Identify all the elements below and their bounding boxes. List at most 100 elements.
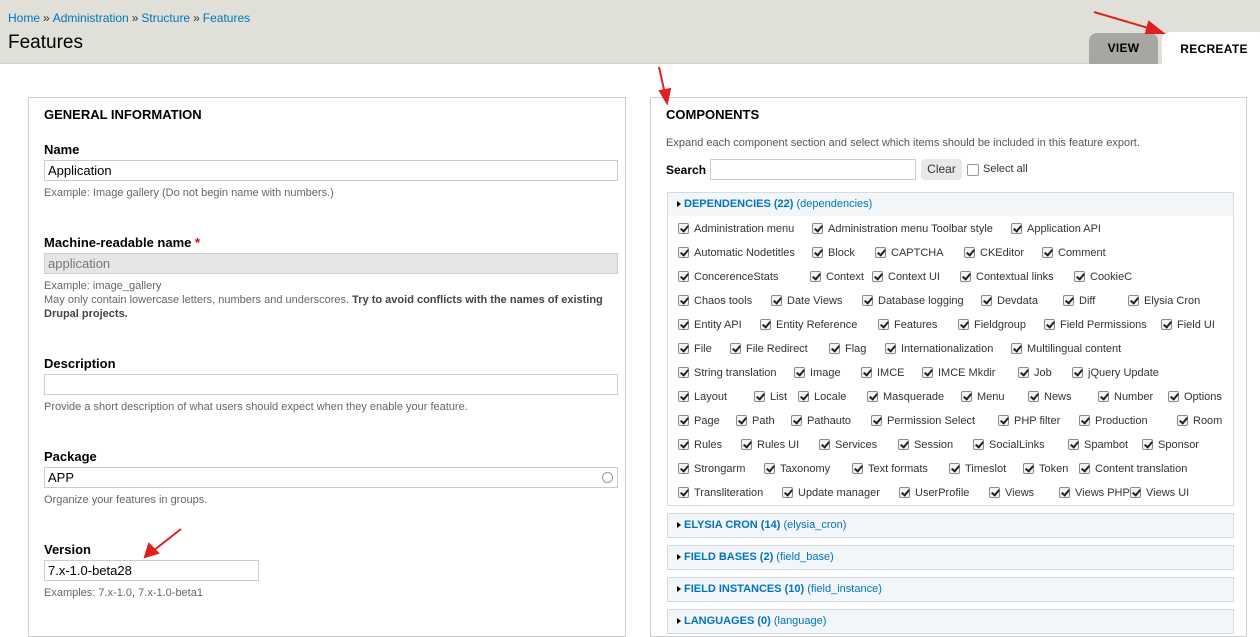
dependency-checkbox[interactable]: List [754, 389, 787, 403]
checked-checkbox-icon[interactable] [1079, 463, 1090, 474]
dependency-checkbox[interactable]: Rules [678, 437, 722, 451]
checked-checkbox-icon[interactable] [1023, 463, 1034, 474]
dependency-checkbox[interactable]: Views PHP [1059, 485, 1130, 499]
dependency-checkbox[interactable]: jQuery Update [1072, 365, 1159, 379]
checked-checkbox-icon[interactable] [878, 319, 889, 330]
dependency-checkbox[interactable]: Transliteration [678, 485, 763, 499]
dependency-checkbox[interactable]: Timeslot [949, 461, 1006, 475]
dependency-checkbox[interactable]: Chaos tools [678, 293, 752, 307]
checked-checkbox-icon[interactable] [819, 439, 830, 450]
dependency-checkbox[interactable]: Context UI [872, 269, 940, 283]
checked-checkbox-icon[interactable] [678, 415, 689, 426]
dependency-checkbox[interactable]: Flag [829, 341, 866, 355]
dependency-checkbox[interactable]: Page [678, 413, 720, 427]
dependency-checkbox[interactable]: File [678, 341, 712, 355]
dependency-checkbox[interactable]: Spambot [1068, 437, 1128, 451]
checked-checkbox-icon[interactable] [829, 343, 840, 354]
checked-checkbox-icon[interactable] [678, 487, 689, 498]
checked-checkbox-icon[interactable] [678, 463, 689, 474]
tab-view[interactable]: VIEW [1089, 33, 1158, 64]
dependency-checkbox[interactable]: News [1028, 389, 1072, 403]
dependency-checkbox[interactable]: Token [1023, 461, 1068, 475]
dependency-checkbox[interactable]: CKEditor [964, 245, 1024, 259]
checked-checkbox-icon[interactable] [1028, 391, 1039, 402]
breadcrumb-home[interactable]: Home [8, 11, 40, 25]
checked-checkbox-icon[interactable] [798, 391, 809, 402]
breadcrumb-features[interactable]: Features [203, 11, 250, 25]
dependency-checkbox[interactable]: Context [810, 269, 864, 283]
dependency-checkbox[interactable]: Session [898, 437, 953, 451]
checked-checkbox-icon[interactable] [771, 295, 782, 306]
search-input[interactable] [710, 159, 916, 180]
checked-checkbox-icon[interactable] [1059, 487, 1070, 498]
checked-checkbox-icon[interactable] [812, 247, 823, 258]
checked-checkbox-icon[interactable] [1079, 415, 1090, 426]
dependency-checkbox[interactable]: Administration menu [678, 221, 794, 235]
checked-checkbox-icon[interactable] [1161, 319, 1172, 330]
dependency-checkbox[interactable]: Update manager [782, 485, 880, 499]
dependency-checkbox[interactable]: ConcerenceStats [678, 269, 778, 283]
tab-recreate[interactable]: RECREATE [1162, 32, 1260, 65]
checked-checkbox-icon[interactable] [1018, 367, 1029, 378]
checked-checkbox-icon[interactable] [794, 367, 805, 378]
dependency-checkbox[interactable]: Administration menu Toolbar style [812, 221, 993, 235]
dependency-checkbox[interactable]: Strongarm [678, 461, 745, 475]
description-input[interactable] [44, 374, 618, 395]
checked-checkbox-icon[interactable] [872, 271, 883, 282]
checked-checkbox-icon[interactable] [736, 415, 747, 426]
dependency-checkbox[interactable]: Image [794, 365, 841, 379]
select-all-checkbox[interactable] [967, 164, 979, 176]
checked-checkbox-icon[interactable] [754, 391, 765, 402]
checked-checkbox-icon[interactable] [730, 343, 741, 354]
dependency-checkbox[interactable]: Date Views [771, 293, 842, 307]
checked-checkbox-icon[interactable] [871, 415, 882, 426]
breadcrumb-administration[interactable]: Administration [53, 11, 129, 25]
breadcrumb-structure[interactable]: Structure [141, 11, 190, 25]
dependency-checkbox[interactable]: Internationalization [885, 341, 993, 355]
section-elysia-cron-header[interactable]: ELYSIA CRON (14) (elysia_cron) [668, 514, 1233, 537]
dependency-checkbox[interactable]: Field UI [1161, 317, 1215, 331]
version-input[interactable]: 7.x-1.0-beta28 [44, 560, 259, 581]
checked-checkbox-icon[interactable] [678, 295, 689, 306]
checked-checkbox-icon[interactable] [898, 439, 909, 450]
dependency-checkbox[interactable]: Rules UI [741, 437, 799, 451]
dependency-checkbox[interactable]: Fieldgroup [958, 317, 1026, 331]
dependency-checkbox[interactable]: Diff [1063, 293, 1095, 307]
dependency-checkbox[interactable]: Entity Reference [760, 317, 857, 331]
checked-checkbox-icon[interactable] [1011, 223, 1022, 234]
checked-checkbox-icon[interactable] [678, 367, 689, 378]
section-dependencies-header[interactable]: DEPENDENCIES (22) (dependencies) [668, 193, 1233, 216]
dependency-checkbox[interactable]: Number [1098, 389, 1153, 403]
dependency-checkbox[interactable]: Job [1018, 365, 1052, 379]
dependency-checkbox[interactable]: CAPTCHA [875, 245, 944, 259]
name-input[interactable]: Application [44, 160, 618, 181]
checked-checkbox-icon[interactable] [852, 463, 863, 474]
checked-checkbox-icon[interactable] [1011, 343, 1022, 354]
dependency-checkbox[interactable]: Services [819, 437, 877, 451]
dependency-checkbox[interactable]: Multilingual content [1011, 341, 1121, 355]
checked-checkbox-icon[interactable] [678, 223, 689, 234]
section-field-bases-header[interactable]: FIELD BASES (2) (field_base) [668, 546, 1233, 569]
checked-checkbox-icon[interactable] [678, 391, 689, 402]
dependency-checkbox[interactable]: Text formats [852, 461, 928, 475]
dependency-checkbox[interactable]: Views [989, 485, 1034, 499]
dependency-checkbox[interactable]: IMCE Mkdir [922, 365, 995, 379]
dependency-checkbox[interactable]: File Redirect [730, 341, 808, 355]
dependency-checkbox[interactable]: Production [1079, 413, 1148, 427]
checked-checkbox-icon[interactable] [760, 319, 771, 330]
checked-checkbox-icon[interactable] [678, 247, 689, 258]
checked-checkbox-icon[interactable] [1142, 439, 1153, 450]
checked-checkbox-icon[interactable] [867, 391, 878, 402]
checked-checkbox-icon[interactable] [1128, 295, 1139, 306]
checked-checkbox-icon[interactable] [1044, 319, 1055, 330]
checked-checkbox-icon[interactable] [764, 463, 775, 474]
dependency-checkbox[interactable]: IMCE [861, 365, 905, 379]
checked-checkbox-icon[interactable] [1074, 271, 1085, 282]
checked-checkbox-icon[interactable] [678, 319, 689, 330]
checked-checkbox-icon[interactable] [964, 247, 975, 258]
checked-checkbox-icon[interactable] [862, 295, 873, 306]
checked-checkbox-icon[interactable] [961, 391, 972, 402]
checked-checkbox-icon[interactable] [678, 271, 689, 282]
checked-checkbox-icon[interactable] [810, 271, 821, 282]
checked-checkbox-icon[interactable] [998, 415, 1009, 426]
